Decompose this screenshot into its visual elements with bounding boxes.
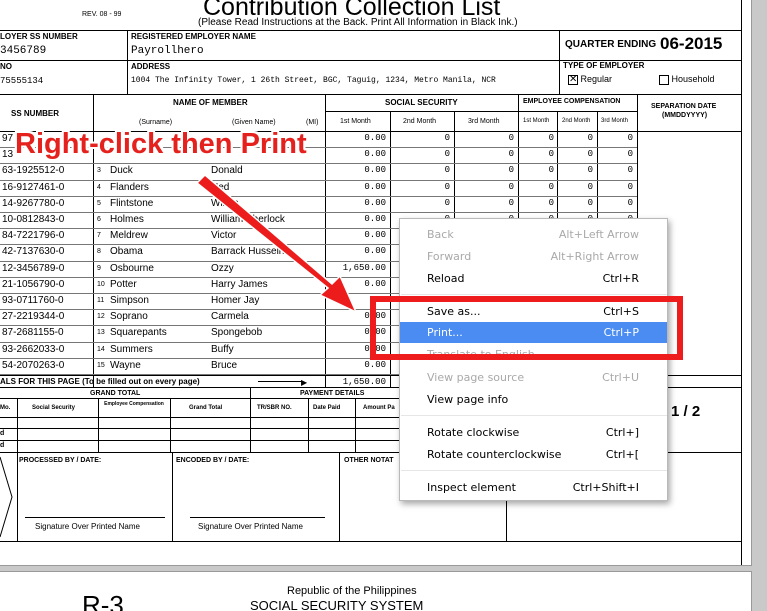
menu-item-forward: Forward Alt+Right Arrow — [400, 246, 667, 267]
menu-item-label: View page source — [427, 371, 525, 384]
menu-item-label: Inspect element — [427, 481, 516, 494]
menu-item-shortcut: Ctrl+Shift+I — [572, 481, 639, 494]
menu-item-rotate-counterclockwise[interactable]: Rotate counterclockwise Ctrl+[ — [400, 444, 667, 465]
menu-item-shortcut: Ctrl+] — [605, 426, 639, 439]
menu-item-label: View page info — [427, 393, 509, 406]
menu-item-label: Back — [427, 228, 454, 241]
menu-item-rotate-clockwise[interactable]: Rotate clockwise Ctrl+] — [400, 422, 667, 443]
menu-item-label: Rotate counterclockwise — [427, 448, 562, 461]
menu-item-view-page-source: View page source Ctrl+U — [400, 367, 667, 388]
menu-item-reload[interactable]: Reload Ctrl+R — [400, 268, 667, 289]
menu-separator — [401, 470, 667, 471]
menu-item-inspect-element[interactable]: Inspect element Ctrl+Shift+I — [400, 477, 667, 498]
menu-item-label: Rotate clockwise — [427, 426, 520, 439]
highlight-box — [370, 296, 683, 360]
menu-item-label: Forward — [427, 250, 472, 263]
menu-item-shortcut: Alt+Left Arrow — [558, 228, 639, 241]
menu-item-shortcut: Ctrl+R — [602, 272, 639, 285]
menu-item-shortcut: Alt+Right Arrow — [550, 250, 639, 263]
menu-item-shortcut: Ctrl+U — [602, 371, 639, 384]
menu-separator — [401, 415, 667, 416]
menu-item-view-page-info[interactable]: View page info — [400, 389, 667, 410]
menu-separator — [401, 294, 667, 295]
menu-item-shortcut: Ctrl+[ — [605, 448, 639, 461]
menu-item-back: Back Alt+Left Arrow — [400, 224, 667, 245]
menu-item-label: Reload — [427, 272, 465, 285]
